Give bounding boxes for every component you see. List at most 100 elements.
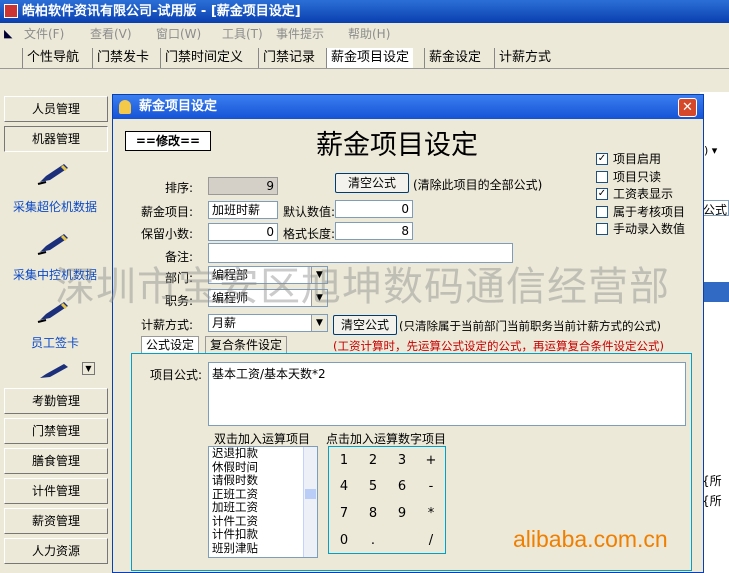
list-item[interactable]: 请假时数 [212,473,317,488]
mode-indicator: ==修改== [125,131,211,151]
tab-pay-method[interactable]: 计薪方式 [494,48,555,68]
sidebar-item-attendance[interactable]: 考勤管理 [4,388,108,414]
tab-personal-nav[interactable]: 个性导航 [22,48,83,68]
key-6[interactable]: 6 [389,475,415,499]
menu-bar: ◣ 文件(F) 查看(V) 窗口(W) 工具(T) 事件提示 帮助(H) [0,23,729,45]
dropdown-arrow-icon: ) ▾ [704,144,718,157]
tab-card-issue[interactable]: 门禁发卡 [92,48,153,68]
number-keypad: 1 2 3 + 4 5 6 - 7 8 9 * 0 . / [328,446,446,554]
tab-access-records[interactable]: 门禁记录 [258,48,319,68]
subtab-composite-condition[interactable]: 复合条件设定 [205,336,288,353]
list-item[interactable]: 迟退扣款 [212,447,317,461]
shortcut-employee-sign[interactable]: 员工签卡 [0,334,110,351]
list-item[interactable]: 加班工资 [212,500,317,515]
formula-textarea[interactable]: 基本工资/基本天数*2 [208,362,686,426]
menu-view[interactable]: 查看(V) [90,23,132,45]
key-3[interactable]: 3 [389,449,415,473]
sidebar-item-payroll[interactable]: 薪资管理 [4,508,108,534]
order-field[interactable]: 9 [208,177,278,195]
bulb-icon [119,100,131,114]
sidebar-item-access[interactable]: 门禁管理 [4,418,108,444]
sidebar-item-personnel[interactable]: 人员管理 [4,96,108,122]
pay-method-select[interactable]: 月薪 ▼ [208,314,328,332]
key-8[interactable]: 8 [360,502,386,526]
pen-icon[interactable] [36,362,72,380]
sidebar-item-hr[interactable]: 人力资源 [4,538,108,564]
sidebar-item-piecework[interactable]: 计件管理 [4,478,108,504]
key-blank[interactable] [389,529,415,553]
key-1[interactable]: 1 [331,449,357,473]
chevron-down-icon: ▼ [311,315,327,331]
decimals-field[interactable]: 0 [208,223,278,241]
check-icon: ✓ [596,153,608,165]
decimals-label: 保留小数: [140,227,193,241]
bg-selected-row [700,282,729,302]
list-item[interactable]: 休假时间 [212,460,317,475]
close-icon[interactable]: ✕ [678,98,697,117]
sidebar: 人员管理 机器管理 采集超伦机数据 采集中控机数据 员工签卡 ▼ 考勤管理 门禁… [0,70,113,573]
checkbox-manual-input[interactable]: 手动录入数值 [596,222,685,237]
tab-salary-item[interactable]: 薪金项目设定 [326,48,414,68]
list-scrollbar[interactable] [303,447,317,557]
menu-window[interactable]: 窗口(W) [156,23,201,45]
key-5[interactable]: 5 [360,475,386,499]
dialog-heading: 薪金项目设定 [316,130,478,161]
list-item[interactable]: 计件工资 [212,514,317,529]
checkbox-item-readonly[interactable]: 项目只读 [596,170,661,185]
key-plus[interactable]: + [418,449,444,473]
list-item[interactable]: 计件扣款 [212,527,317,542]
key-0[interactable]: 0 [331,529,357,553]
formula-label: 项目公式: [149,368,202,382]
key-4[interactable]: 4 [331,475,357,499]
default-value-label: 默认数值: [282,205,335,219]
scroll-thumb[interactable] [305,489,316,499]
menu-file[interactable]: 文件(F) [24,23,64,45]
clear-formula-button[interactable]: 清空公式 [335,173,409,193]
tab-access-time[interactable]: 门禁时间定义 [160,48,247,68]
tab-salary-setting[interactable]: 薪金设定 [424,48,485,68]
checkbox-item-enabled[interactable]: ✓ 项目启用 [596,152,661,167]
sidebar-item-machines[interactable]: 机器管理 [4,126,108,152]
format-length-field[interactable]: 8 [335,222,413,240]
menu-help[interactable]: 帮助(H) [348,23,390,45]
key-7[interactable]: 7 [331,502,357,526]
keypad-caption: 点击加入运算数字项目 [326,432,447,446]
salary-item-field[interactable]: 加班时薪 [208,201,278,219]
list-item[interactable]: 班别津贴 [212,541,317,556]
clear-formula-scoped-note: (只清除属于当前部门当前职务当前计薪方式的公式) [399,319,661,333]
pen-icon[interactable] [36,230,72,256]
background-panel: ) ▾ 公式 {所 {所 [700,92,729,573]
bg-row: {所 [702,474,722,488]
window-title: 皓柏软件资讯有限公司-试用版 - [薪金项目设定] [0,0,729,23]
key-9[interactable]: 9 [389,502,415,526]
checkbox-assessment-item[interactable]: 属于考核项目 [596,205,685,220]
document-tabs: 个性导航 门禁发卡 门禁时间定义 门禁记录 薪金项目设定 薪金设定 计薪方式 [0,45,729,69]
list-item[interactable]: 正班工资 [212,487,317,502]
checkbox-show-in-payroll[interactable]: ✓ 工资表显示 [596,187,673,202]
bg-row: {所 [702,494,722,508]
scroll-down-icon[interactable]: ▼ [82,362,95,375]
pen-icon[interactable] [36,160,72,186]
shortcut-collect-chaolun[interactable]: 采集超伦机数据 [0,198,110,215]
key-multiply[interactable]: * [418,502,444,526]
key-minus[interactable]: - [418,475,444,499]
default-value-field[interactable]: 0 [335,200,413,218]
check-icon: ✓ [596,188,608,200]
subtab-formula[interactable]: 公式设定 [141,336,200,353]
bg-formula-field[interactable]: 公式 [702,200,729,217]
key-dot[interactable]: . [360,529,386,553]
key-2[interactable]: 2 [360,449,386,473]
clear-formula-note: (清除此项目的全部公式) [413,178,543,192]
key-divide[interactable]: / [418,529,444,553]
field-list-caption: 双击加入运算项目 [214,432,311,446]
order-label: 排序: [164,181,193,195]
menu-tools[interactable]: 工具(T) [222,23,263,45]
sidebar-item-meals[interactable]: 膳食管理 [4,448,108,474]
app-icon [4,4,18,18]
salary-item-dialog: 薪金项目设定 ✕ ==修改== 薪金项目设定 ✓ 项目启用 项目只读 ✓ 工资表显示… [112,94,704,573]
salary-item-label: 薪金项目: [140,205,193,219]
brand-logo: alibaba.com.cn [513,526,668,552]
clear-formula-scoped-button[interactable]: 清空公式 [333,315,397,335]
field-list[interactable]: 迟退扣款 休假时间 请假时数 正班工资 加班工资 计件工资 计件扣款 班别津贴 [208,446,318,558]
menu-events[interactable]: 事件提示 [276,23,324,45]
